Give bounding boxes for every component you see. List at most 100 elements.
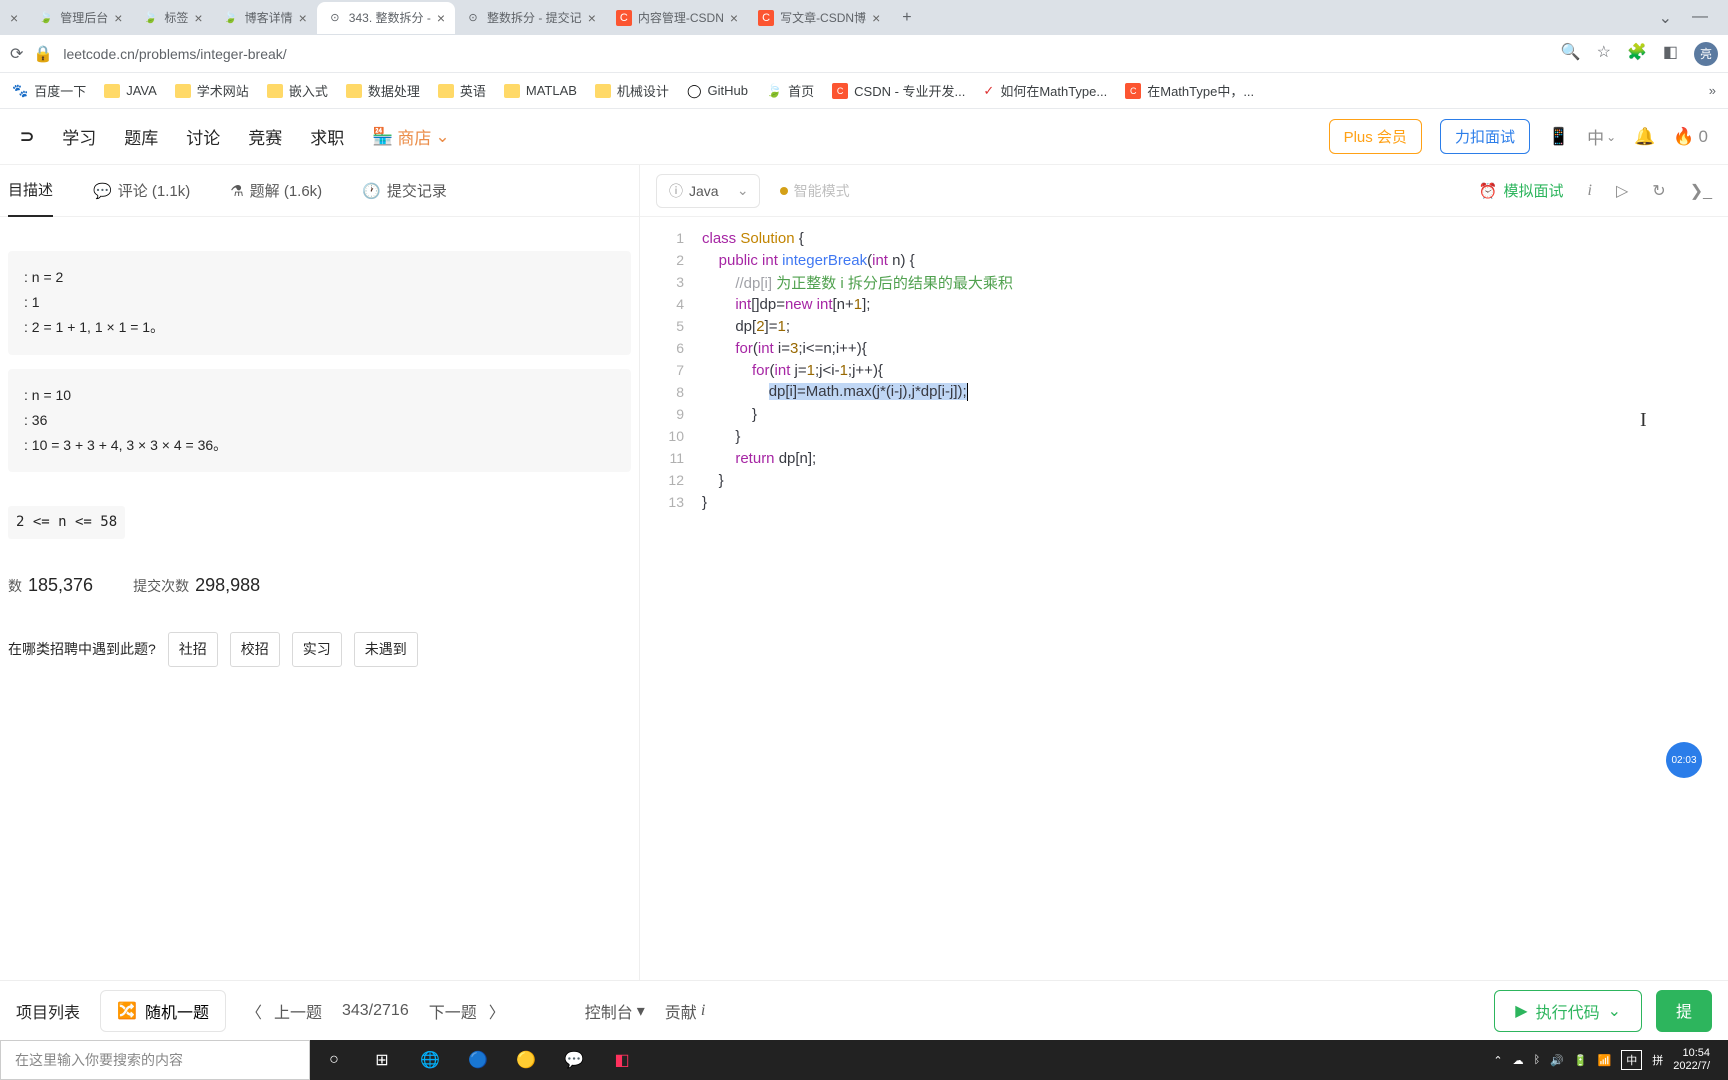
ime-lang[interactable]: 中 xyxy=(1621,1050,1642,1070)
nav-problems[interactable]: 题库 xyxy=(124,124,158,149)
intellij-icon[interactable]: ◧ xyxy=(608,1046,636,1074)
chrome-icon[interactable]: 🔵 xyxy=(464,1046,492,1074)
recruit-tag-campus[interactable]: 校招 xyxy=(230,632,280,667)
star-icon[interactable]: ☆ xyxy=(1597,42,1611,66)
chevron-down-icon[interactable]: ⌄ xyxy=(1659,8,1672,28)
task-view-icon[interactable]: ⊞ xyxy=(368,1046,396,1074)
bookmark-csdn[interactable]: CCSDN - 专业开发... xyxy=(832,81,965,100)
prev-button[interactable]: 〈上一题 xyxy=(246,999,322,1023)
timer-badge[interactable]: 02:03 xyxy=(1666,742,1702,778)
cortana-icon[interactable]: ○ xyxy=(320,1046,348,1074)
volume-icon[interactable]: 🔊 xyxy=(1550,1054,1564,1067)
info-icon[interactable]: i xyxy=(1588,182,1592,200)
run-code-button[interactable]: ▶执行代码⌄ xyxy=(1494,990,1642,1032)
fire-counter[interactable]: 🔥0 xyxy=(1673,127,1708,147)
tab-comments[interactable]: 💬评论 (1.1k) xyxy=(93,180,190,201)
nav-contest[interactable]: 竞赛 xyxy=(248,124,282,149)
tab-5[interactable]: ⊙整数拆分 - 提交记× xyxy=(455,2,606,34)
url-text[interactable]: leetcode.cn/problems/integer-break/ xyxy=(63,46,1550,62)
tab-7[interactable]: C写文章-CSDN博× xyxy=(748,2,890,34)
reset-icon[interactable]: ↻ xyxy=(1652,181,1665,201)
tab-solutions[interactable]: ⚗题解 (1.6k) xyxy=(230,180,322,201)
avatar[interactable]: 亮 xyxy=(1694,42,1718,66)
contribute-button[interactable]: 贡献i xyxy=(665,999,705,1023)
simulate-interview-button[interactable]: ⏰模拟面试 xyxy=(1479,180,1564,201)
panel-icon[interactable]: ◧ xyxy=(1663,42,1678,66)
bookmark-mech[interactable]: 机械设计 xyxy=(595,81,669,100)
language-select[interactable]: ⓘJava xyxy=(656,174,760,208)
bookmark-github[interactable]: ◯GitHub xyxy=(687,83,748,99)
bookmark-matlab[interactable]: MATLAB xyxy=(504,83,577,98)
bookmark-data[interactable]: 数据处理 xyxy=(346,81,420,100)
close-icon[interactable]: × xyxy=(10,10,18,26)
play-icon[interactable]: ▷ xyxy=(1616,181,1628,201)
wechat-icon[interactable]: 💬 xyxy=(560,1046,588,1074)
close-icon[interactable]: × xyxy=(730,10,738,26)
edge-icon[interactable]: 🌐 xyxy=(416,1046,444,1074)
chrome-canary-icon[interactable]: 🟡 xyxy=(512,1046,540,1074)
minimize-icon[interactable]: — xyxy=(1692,8,1708,28)
battery-icon[interactable]: 🔋 xyxy=(1574,1054,1588,1067)
bookmark-embedded[interactable]: 嵌入式 xyxy=(267,81,328,100)
phone-icon[interactable]: 📱 xyxy=(1548,127,1569,147)
bookmark-home[interactable]: 🍃首页 xyxy=(766,81,814,100)
tab-1[interactable]: 🍃管理后台× xyxy=(28,2,132,34)
terminal-icon[interactable]: ❯_ xyxy=(1690,181,1712,201)
tab-history[interactable]: 🕐提交记录 xyxy=(362,180,447,201)
nav-jobs[interactable]: 求职 xyxy=(310,124,344,149)
recruit-tag-social[interactable]: 社招 xyxy=(168,632,218,667)
console-toggle[interactable]: 控制台▾ xyxy=(585,999,645,1023)
close-icon[interactable]: × xyxy=(437,10,445,26)
clock[interactable]: 10:54 2022/7/ xyxy=(1673,1047,1710,1073)
plus-member-button[interactable]: Plus 会员 xyxy=(1329,119,1422,154)
problem-body[interactable]: : n = 2 : 1 : 2 = 1 + 1, 1 × 1 = 1。 : n … xyxy=(0,217,639,980)
bluetooth-icon[interactable]: ᛒ xyxy=(1534,1054,1541,1066)
bookmark-mathtype2[interactable]: C在MathType中，... xyxy=(1125,81,1254,100)
tab-2[interactable]: 🍃标签× xyxy=(132,2,212,34)
random-button[interactable]: 🔀随机一题 xyxy=(100,990,226,1032)
ime-mode[interactable]: 拼 xyxy=(1652,1052,1663,1068)
reload-icon[interactable]: ⟳ xyxy=(10,44,23,64)
close-icon[interactable]: × xyxy=(588,10,596,26)
onedrive-icon[interactable]: ☁ xyxy=(1513,1054,1524,1067)
new-tab-button[interactable]: + xyxy=(890,9,923,27)
code-editor[interactable]: 1class Solution { 2 public int integerBr… xyxy=(640,217,1728,980)
bookmark-java[interactable]: JAVA xyxy=(104,83,157,98)
nav-study[interactable]: 学习 xyxy=(62,124,96,149)
extensions-icon[interactable]: 🧩 xyxy=(1627,42,1647,66)
tab-3[interactable]: 🍃博客详情× xyxy=(213,2,317,34)
line-number: 13 xyxy=(640,494,702,510)
taskbar-search[interactable]: 在这里输入你要搜索的内容 xyxy=(0,1040,310,1080)
nav-discuss[interactable]: 讨论 xyxy=(186,124,220,149)
close-icon[interactable]: × xyxy=(299,10,307,26)
next-button[interactable]: 下一题〉 xyxy=(429,999,505,1023)
zoom-icon[interactable]: 🔍 xyxy=(1561,42,1581,66)
overflow-icon[interactable]: » xyxy=(1709,83,1716,98)
check-icon: ✓ xyxy=(983,83,994,99)
tab-6[interactable]: C内容管理-CSDN× xyxy=(606,2,748,34)
close-icon[interactable]: × xyxy=(872,10,880,26)
nav-shop[interactable]: 🏪商店⌄ xyxy=(372,124,449,149)
chevron-up-icon[interactable]: ⌃ xyxy=(1493,1054,1502,1067)
lock-icon[interactable]: 🔒 xyxy=(33,44,53,64)
tab-0[interactable]: × xyxy=(0,2,28,34)
problem-list-button[interactable]: 项目列表 xyxy=(16,999,80,1023)
code-text: dp[2]=1; xyxy=(702,318,790,335)
lang-switch[interactable]: 中 ⌄ xyxy=(1587,124,1616,149)
recruit-tag-none[interactable]: 未遇到 xyxy=(354,632,418,667)
tab-description[interactable]: 目描述 xyxy=(8,165,53,217)
smart-mode-toggle[interactable]: 智能模式 xyxy=(780,181,850,201)
mock-interview-button[interactable]: 力扣面试 xyxy=(1440,119,1530,154)
wifi-icon[interactable]: 📶 xyxy=(1598,1054,1612,1067)
logo-icon[interactable]: ⊃ xyxy=(20,127,34,147)
bookmark-mathtype1[interactable]: ✓如何在MathType... xyxy=(983,81,1107,100)
bell-icon[interactable]: 🔔 xyxy=(1634,127,1655,147)
recruit-tag-intern[interactable]: 实习 xyxy=(292,632,342,667)
bookmark-academic[interactable]: 学术网站 xyxy=(175,81,249,100)
close-icon[interactable]: × xyxy=(114,10,122,26)
bookmark-english[interactable]: 英语 xyxy=(438,81,486,100)
bookmark-baidu[interactable]: 🐾百度一下 xyxy=(12,81,86,100)
submit-button[interactable]: 提 xyxy=(1656,990,1712,1032)
tab-4-active[interactable]: ⊙343. 整数拆分 - × xyxy=(317,2,455,34)
close-icon[interactable]: × xyxy=(194,10,202,26)
